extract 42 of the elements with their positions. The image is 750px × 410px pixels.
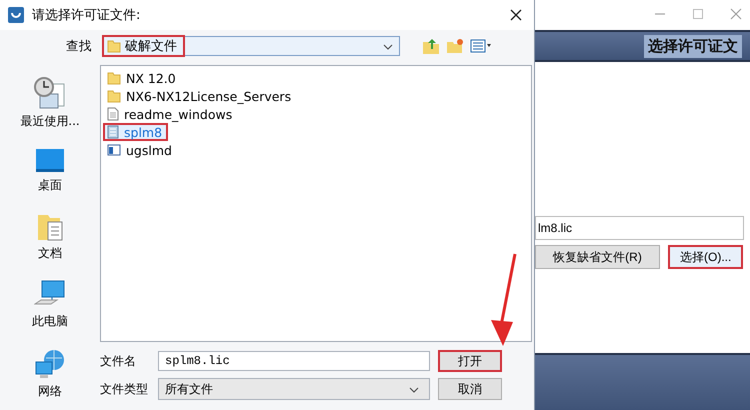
maximize-icon: [692, 8, 704, 20]
open-button[interactable]: 打开: [438, 350, 502, 372]
place-item[interactable]: 文档: [36, 212, 64, 262]
network-globe-icon: [34, 348, 66, 380]
file-item[interactable]: ugslmd: [103, 141, 178, 159]
place-item[interactable]: 最近使用...: [20, 76, 80, 130]
look-in-label: 查找: [66, 38, 92, 54]
close-icon: [730, 8, 742, 20]
highlight-frame: 破解文件: [102, 35, 185, 57]
folder-icon: [107, 71, 121, 85]
desktop-icon: [35, 148, 65, 174]
place-item[interactable]: 桌面: [35, 148, 65, 194]
choose-button[interactable]: 选择(O)...: [668, 245, 744, 269]
new-folder-icon[interactable]: [446, 38, 464, 54]
close-icon: [510, 9, 522, 21]
notepad-icon: [107, 125, 119, 139]
file-type-dropdown[interactable]: 所有文件: [158, 378, 430, 400]
file-item[interactable]: readme_windows: [103, 105, 238, 123]
file-item[interactable]: NX6-NX12License_Servers: [103, 87, 298, 105]
file-name-label: 文件名: [100, 352, 137, 370]
document-icon: [107, 107, 119, 121]
restore-default-button[interactable]: 恢复缺省文件(R): [535, 245, 660, 269]
view-menu-icon[interactable]: [470, 39, 492, 53]
folder-icon: [107, 89, 121, 103]
chevron-down-icon: [409, 387, 419, 393]
chevron-down-icon: [383, 44, 393, 50]
file-item[interactable]: NX 12.0: [103, 69, 182, 87]
file-type-label: 文件类型: [100, 380, 149, 398]
folder-up-icon[interactable]: [422, 37, 440, 55]
place-item[interactable]: 网络: [34, 348, 66, 400]
program-window-icon: [107, 144, 121, 156]
banner-title: 选择许可证文: [644, 34, 742, 58]
license-path-field[interactable]: lm8.lic: [535, 216, 744, 240]
file-item[interactable]: splm8: [103, 123, 168, 141]
cancel-button[interactable]: 取消: [438, 378, 502, 400]
file-name-field[interactable]: splm8.lic: [158, 351, 430, 371]
folder-icon: [107, 39, 121, 53]
place-item[interactable]: 此电脑: [32, 280, 68, 330]
folder-document-icon: [36, 212, 64, 242]
look-in-dropdown[interactable]: 破解文件: [102, 36, 400, 56]
dialog-title: 请选择许可证文件:: [32, 7, 142, 24]
app-logo-icon: [8, 7, 24, 23]
